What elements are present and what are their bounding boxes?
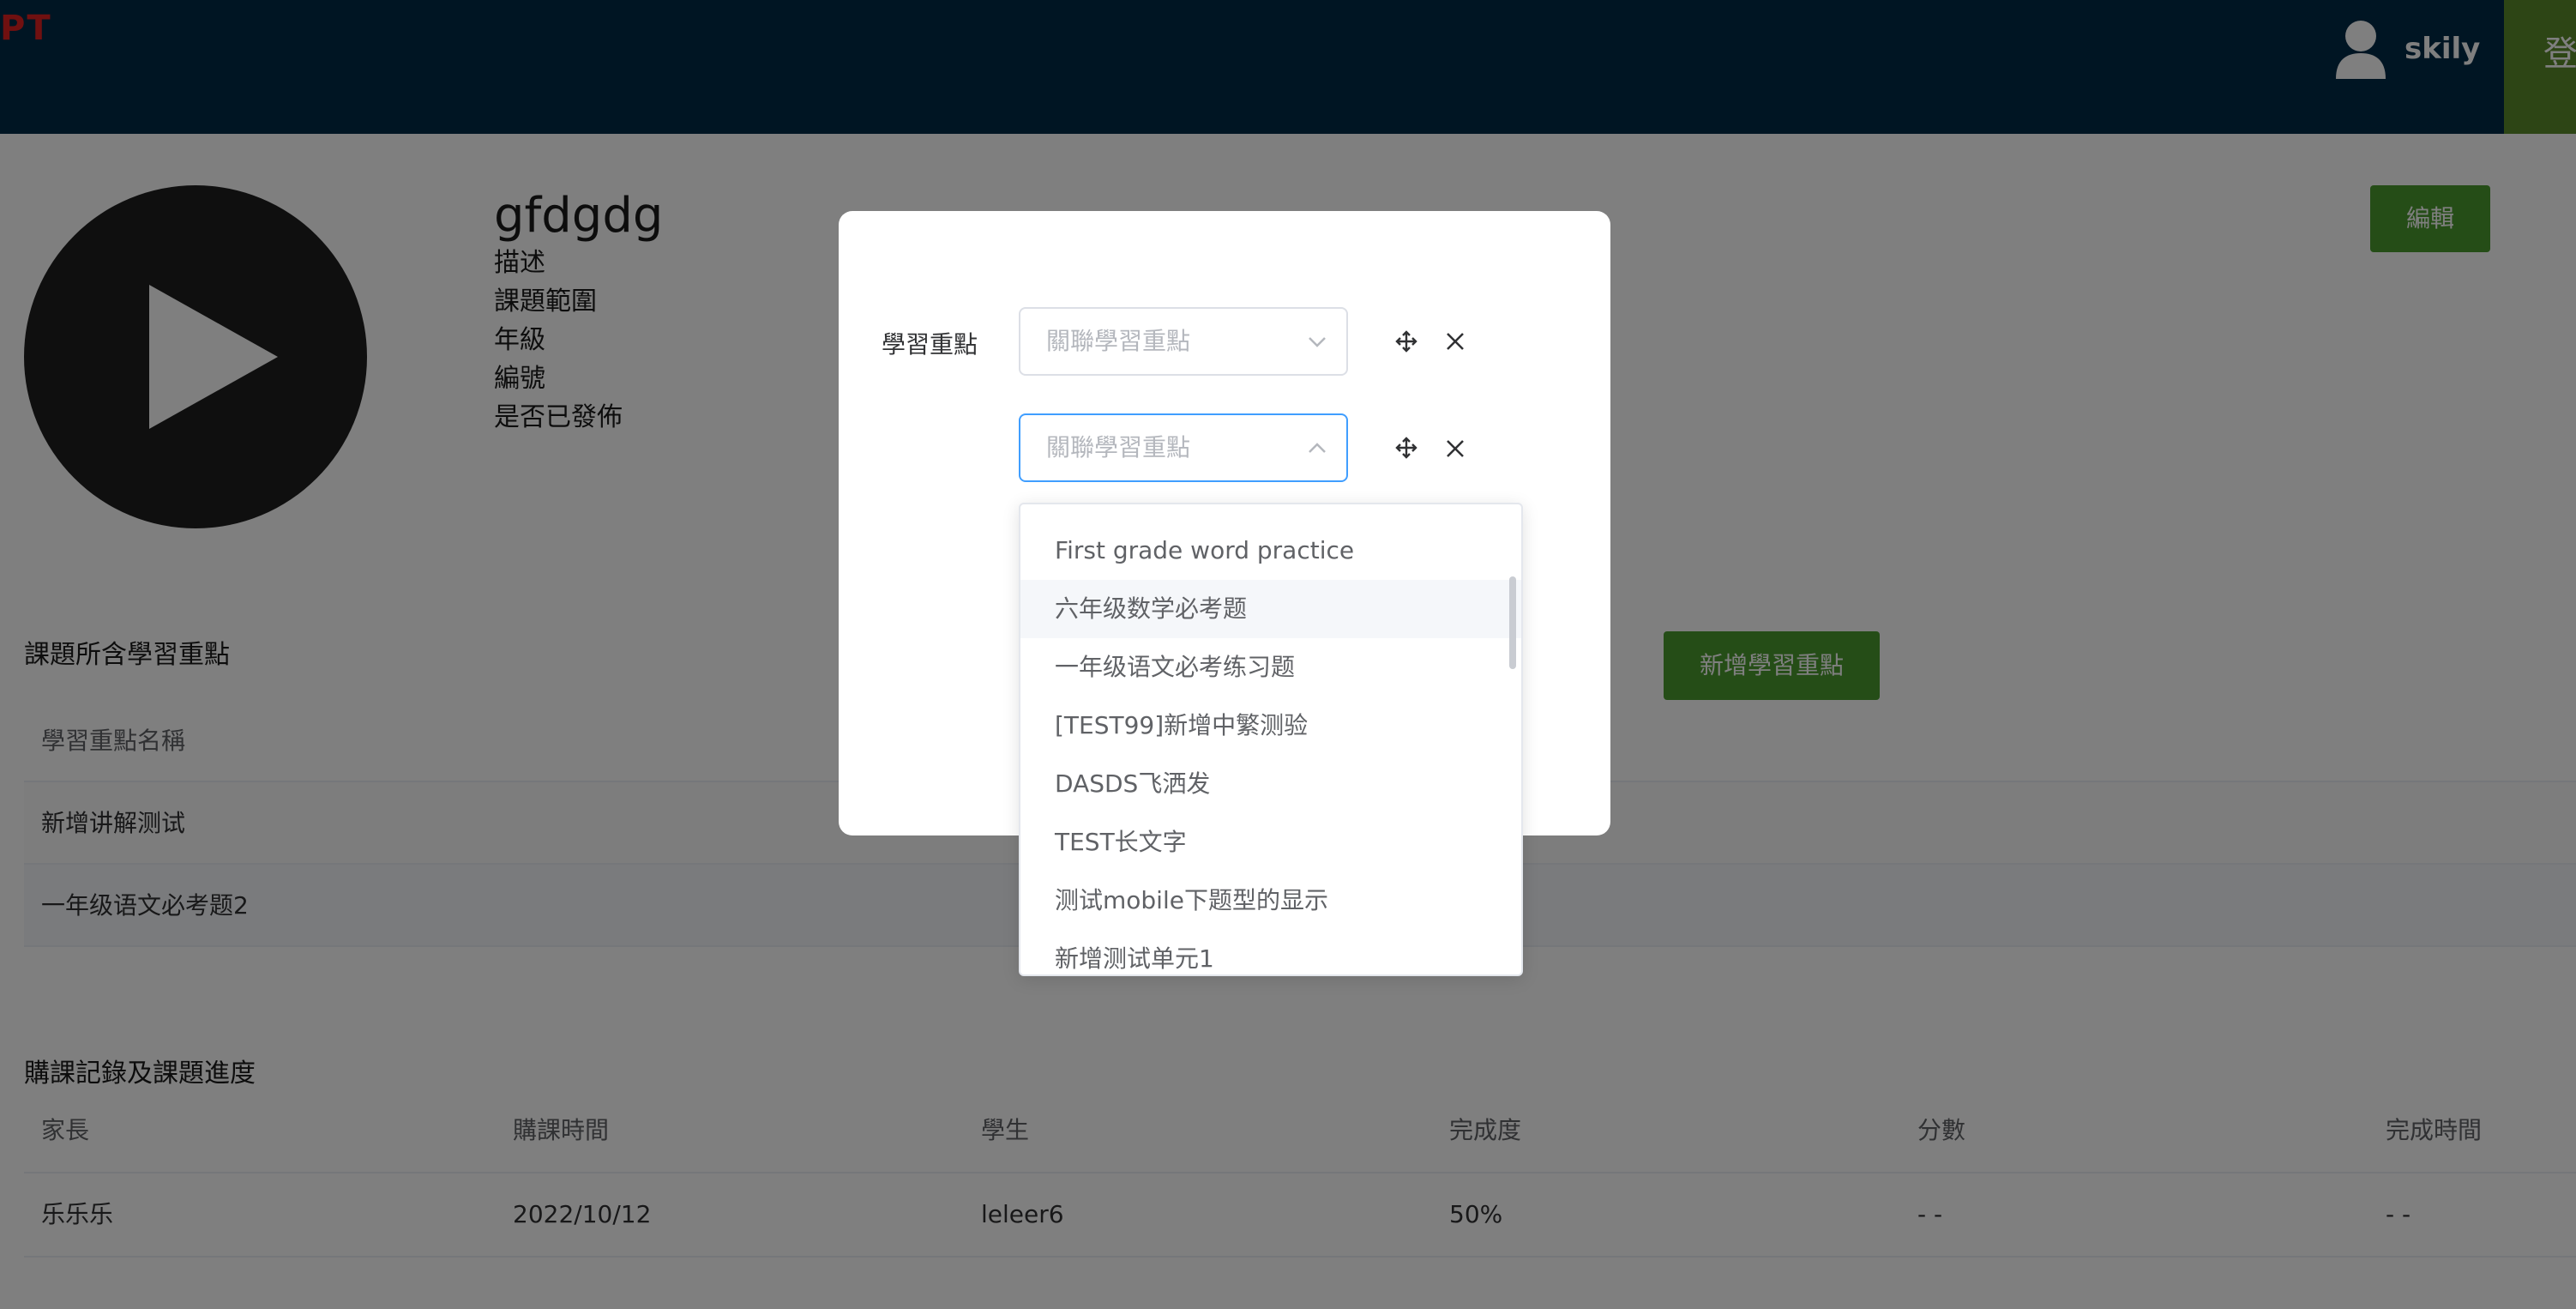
drag-move-icon[interactable] xyxy=(1394,436,1418,460)
dropdown-option[interactable]: 六年级数学必考题 xyxy=(1020,580,1521,638)
focus-select-1[interactable]: 關聯學習重點 xyxy=(1019,307,1348,376)
focus-select-2[interactable]: 關聯學習重點 xyxy=(1019,413,1348,482)
chevron-down-icon xyxy=(1309,337,1326,347)
dropdown-option[interactable]: First grade word practice xyxy=(1020,522,1521,580)
chevron-up-icon xyxy=(1309,443,1326,453)
dropdown-option[interactable]: 测试mobile下题型的显示 xyxy=(1020,872,1521,930)
drag-move-icon[interactable] xyxy=(1394,329,1418,353)
focus-dropdown[interactable]: 一年级语文必考题 First grade word practice 六年级数学… xyxy=(1019,503,1523,976)
dropdown-option[interactable]: 一年级语文必考题 xyxy=(1020,504,1521,522)
focus-label: 學習重點 xyxy=(882,330,978,359)
dropdown-option[interactable]: 一年级语文必考练习题 xyxy=(1020,638,1521,697)
close-icon[interactable] xyxy=(1446,439,1465,458)
dropdown-option[interactable]: 新增测试单元1 xyxy=(1020,930,1521,974)
dropdown-option[interactable]: DASDS飞洒发 xyxy=(1020,755,1521,813)
select-placeholder: 關聯學習重點 xyxy=(1046,433,1191,461)
select-placeholder: 關聯學習重點 xyxy=(1046,327,1191,355)
close-icon[interactable] xyxy=(1446,332,1465,351)
dropdown-option[interactable]: TEST长文字 xyxy=(1020,813,1521,872)
dropdown-scrollbar[interactable] xyxy=(1509,576,1516,669)
dropdown-option[interactable]: [TEST99]新增中繁测验 xyxy=(1020,697,1521,755)
dropdown-list: 一年级语文必考题 First grade word practice 六年级数学… xyxy=(1020,504,1521,974)
